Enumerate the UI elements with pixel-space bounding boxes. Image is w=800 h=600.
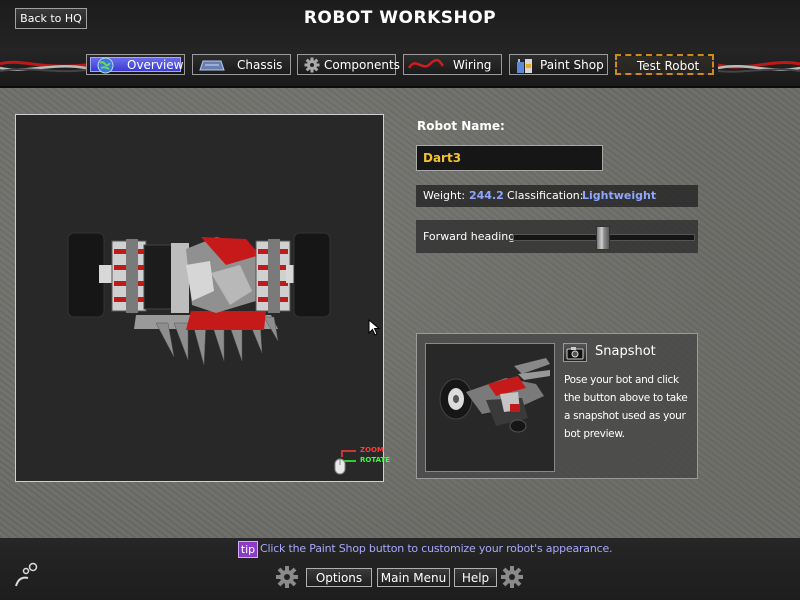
snapshot-preview: [425, 343, 555, 472]
forward-heading-slider[interactable]: [513, 226, 695, 250]
tab-overview-label: Overview: [127, 58, 184, 72]
tab-paintshop[interactable]: Paint Shop: [509, 54, 608, 75]
tip-text: Click the Paint Shop button to customize…: [260, 542, 613, 555]
header-bar: Back to HQ ROBOT WORKSHOP Overview Chass…: [0, 0, 800, 88]
robot-name-input[interactable]: Dart3: [416, 145, 603, 171]
mouse-cursor-icon: [368, 319, 381, 336]
snapshot-camera-button[interactable]: [563, 343, 587, 362]
help-button[interactable]: Help: [454, 568, 497, 587]
weight-label: Weight:: [423, 189, 466, 202]
snapshot-title: Snapshot: [595, 344, 656, 359]
snapshot-robot-image: [439, 358, 550, 433]
zoom-hint-label: ZOOM: [360, 446, 384, 454]
tab-components-label: Components: [324, 58, 400, 72]
main-menu-button[interactable]: Main Menu: [377, 568, 450, 587]
gear-icon: [304, 57, 320, 73]
mouse-icon: [334, 450, 356, 475]
tab-wiring[interactable]: Wiring: [403, 54, 502, 75]
paint-cans-icon: [517, 59, 532, 73]
weight-value: 244.2: [469, 189, 504, 202]
forward-heading-slider-thumb[interactable]: [596, 226, 611, 250]
snapshot-panel: Snapshot Pose your bot and click the but…: [416, 333, 698, 479]
classification-label: Classification:: [507, 189, 584, 202]
snapshot-description: Pose your bot and click the button above…: [564, 374, 688, 440]
tab-overview[interactable]: Overview: [86, 54, 185, 75]
robot-3d-viewport[interactable]: ZOOM ROTATE: [15, 114, 390, 482]
tab-wiring-label: Wiring: [453, 58, 492, 72]
tab-test-robot-label: Test Robot: [637, 59, 700, 73]
tab-components[interactable]: Components: [297, 54, 400, 75]
gear-left-icon[interactable]: [275, 565, 299, 589]
rotate-hint-label: ROTATE: [360, 456, 391, 464]
wire-icon: [408, 58, 444, 69]
options-button[interactable]: Options: [306, 568, 372, 587]
camera-icon: [566, 347, 584, 360]
page-title: ROBOT WORKSHOP: [303, 8, 497, 28]
footer-bar: tip Click the Paint Shop button to custo…: [0, 538, 800, 600]
robot-model: [67, 232, 331, 366]
gear-right-icon[interactable]: [500, 565, 524, 589]
tab-paintshop-label: Paint Shop: [540, 58, 604, 72]
chassis-icon: [199, 60, 225, 71]
classification-value: Lightweight: [582, 189, 657, 202]
tab-chassis[interactable]: Chassis: [192, 54, 291, 75]
tip-badge: tip: [238, 541, 258, 558]
mascot-icon: [15, 562, 38, 587]
robot-name-label: Robot Name:: [417, 119, 505, 133]
zoom-rotate-hint: ZOOM ROTATE: [334, 445, 390, 475]
tab-test-robot[interactable]: Test Robot: [615, 54, 714, 75]
robot-stats-bar: Weight: 244.2 Classification: Lightweigh…: [416, 185, 698, 207]
globe-icon: [97, 57, 114, 74]
forward-heading-label: Forward heading:: [423, 230, 519, 243]
decorative-wires-left: [0, 60, 86, 73]
tab-chassis-label: Chassis: [237, 58, 283, 72]
decorative-wires-right: [718, 60, 800, 73]
forward-heading-control: Forward heading:: [416, 220, 698, 253]
